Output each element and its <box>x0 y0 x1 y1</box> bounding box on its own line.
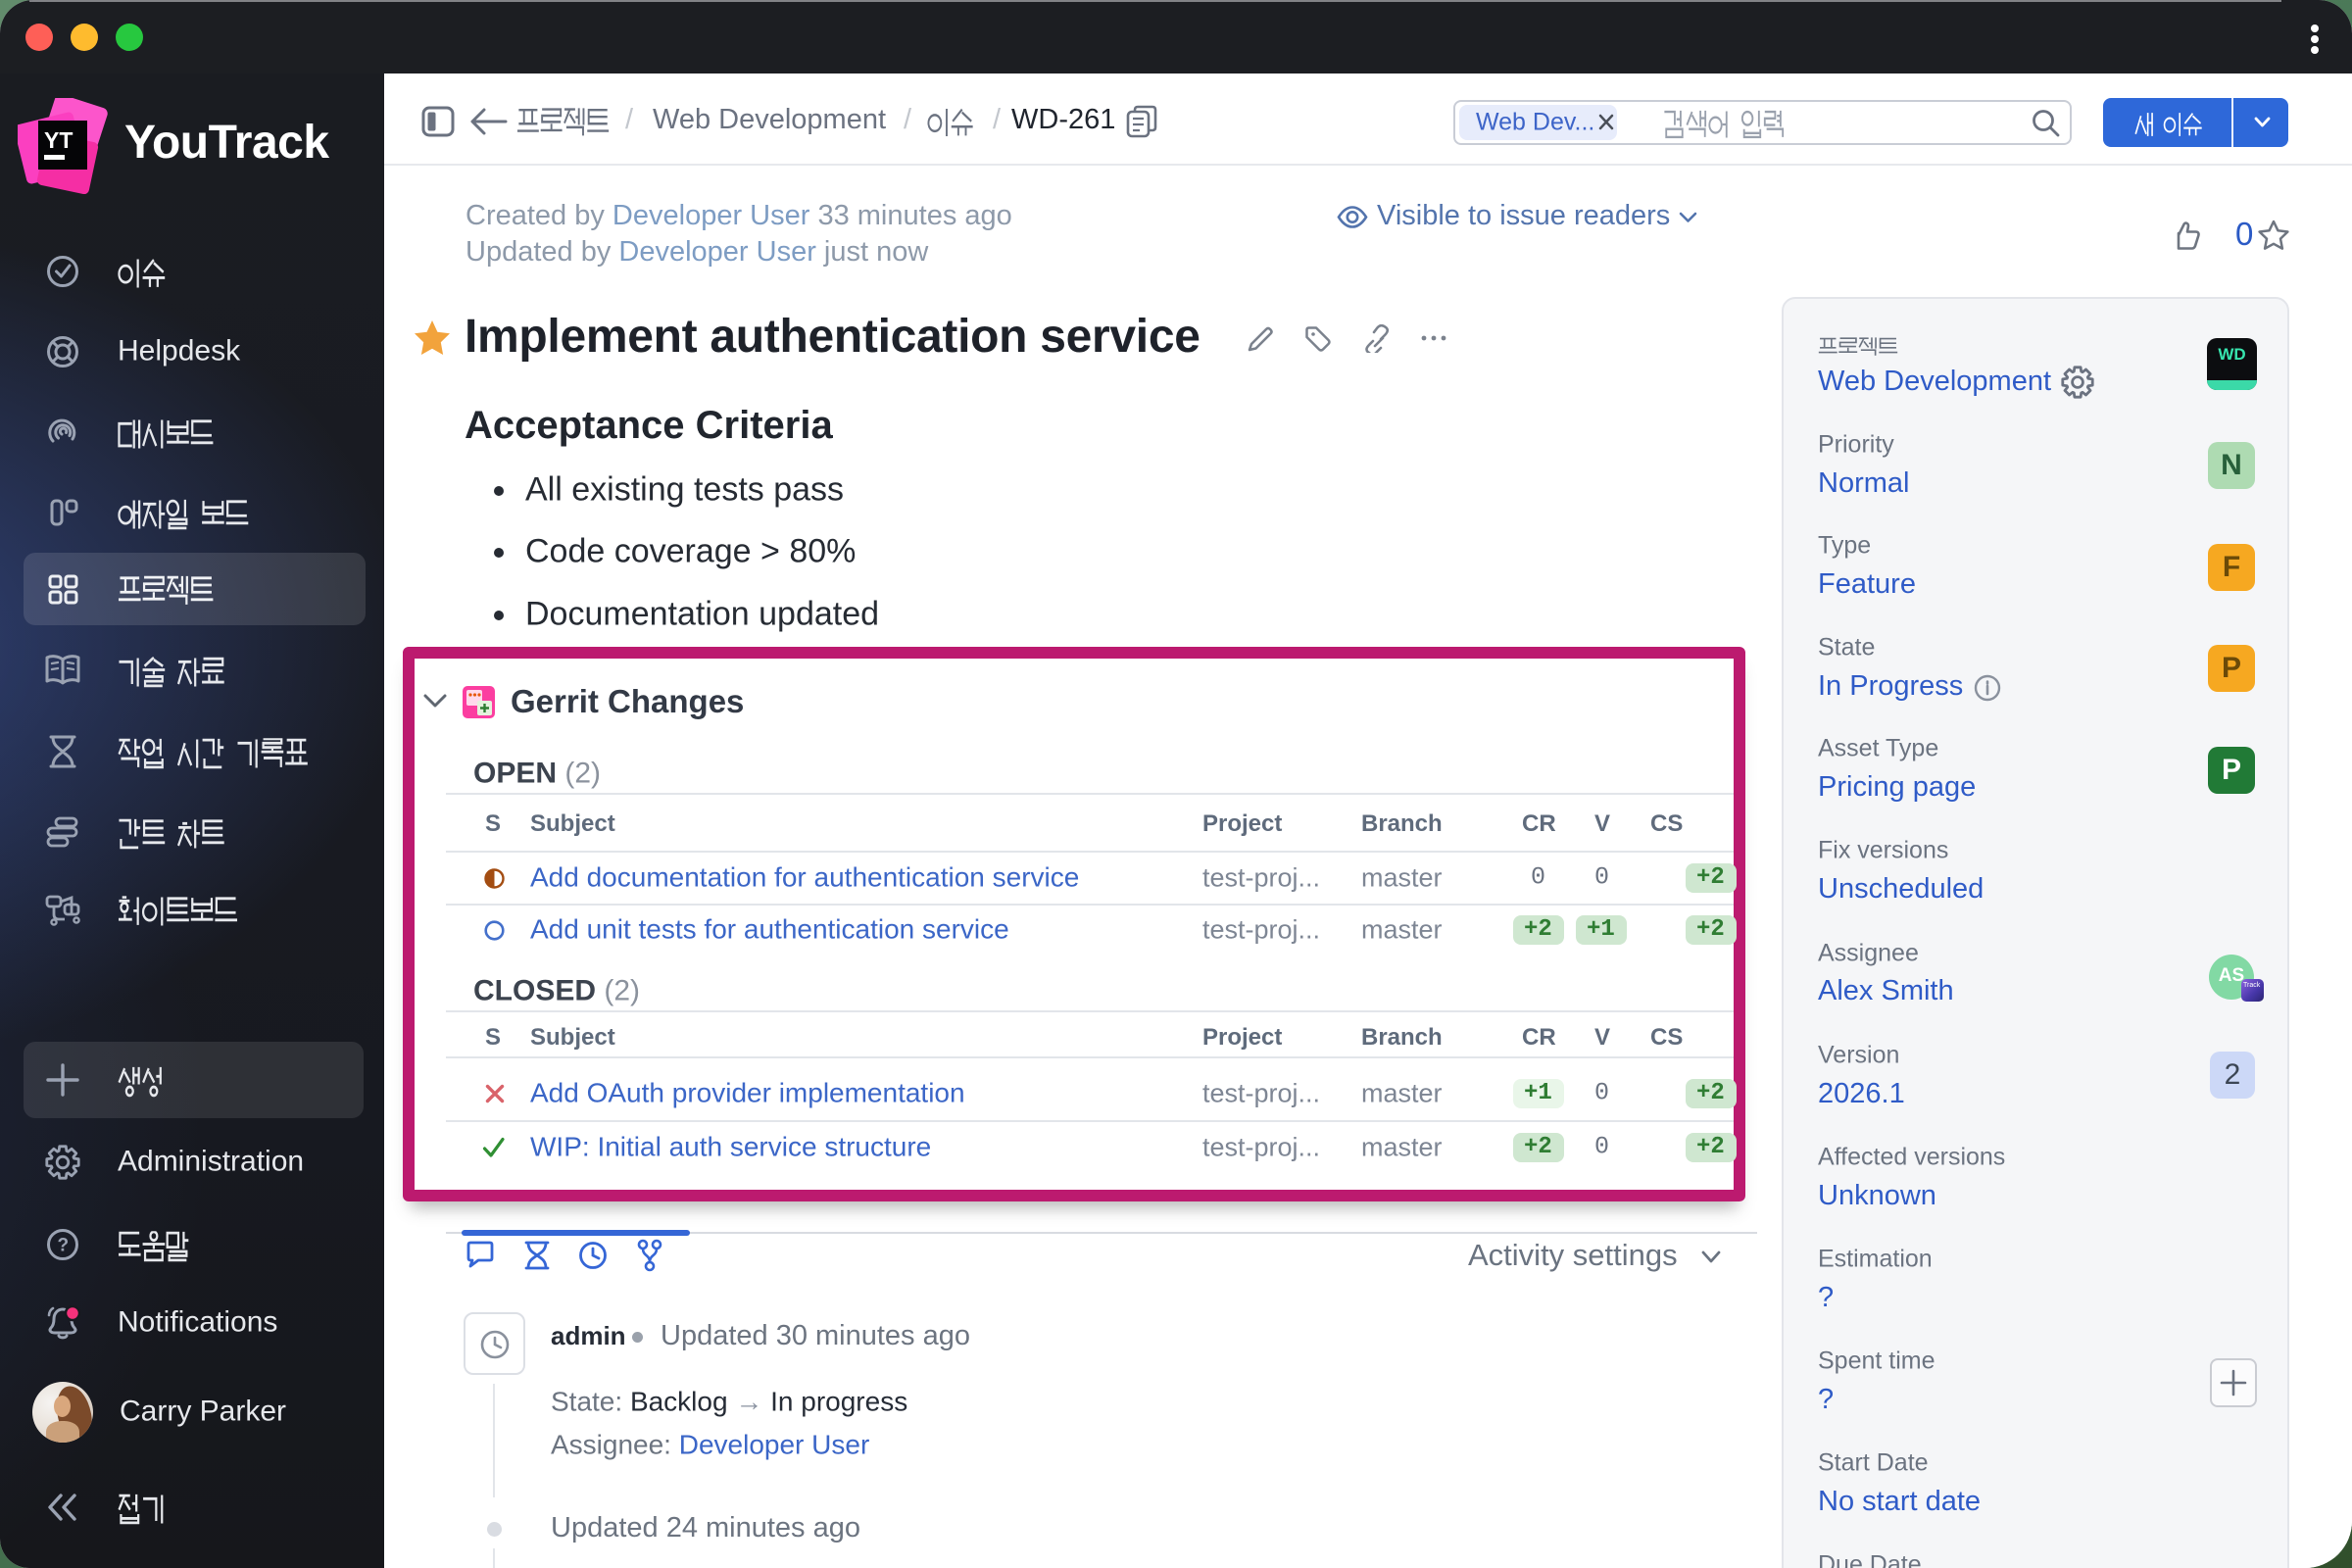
svg-text:YT: YT <box>44 127 73 153</box>
svg-text:?: ? <box>58 1236 70 1256</box>
